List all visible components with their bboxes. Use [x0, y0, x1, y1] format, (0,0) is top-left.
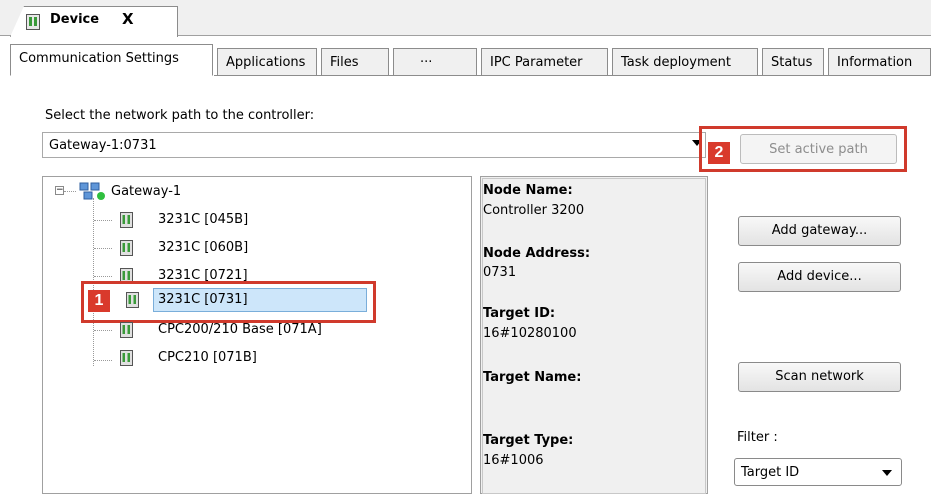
tab-divider — [214, 75, 931, 76]
collapse-icon[interactable]: − — [55, 186, 64, 195]
network-path-label: Select the network path to the controlle… — [45, 108, 315, 123]
node-name-value: Controller 3200 — [483, 203, 585, 218]
target-type-value: 16#1006 — [483, 453, 544, 468]
document-tab-title: Device — [50, 12, 100, 27]
tab-ipc-parameter[interactable]: IPC Parameter — [481, 48, 608, 76]
controller-icon — [120, 322, 133, 338]
chevron-down-icon[interactable] — [882, 470, 892, 476]
tree-item-gateway[interactable]: Gateway-1 — [111, 184, 181, 199]
tab-files[interactable]: Files — [321, 48, 389, 76]
target-name-label: Target Name: — [483, 370, 582, 385]
controller-icon — [120, 212, 133, 228]
close-icon[interactable]: X — [122, 10, 134, 28]
tab-information[interactable]: Information — [828, 48, 931, 76]
target-id-value: 16#10280100 — [483, 326, 577, 341]
device-icon — [26, 14, 40, 30]
tab-task-deployment[interactable]: Task deployment — [612, 48, 758, 76]
target-id-label: Target ID: — [483, 306, 556, 321]
tree-connector — [94, 220, 112, 221]
tab-communication-settings[interactable]: Communication Settings — [10, 44, 213, 76]
tab-more[interactable]: ··· — [393, 48, 477, 76]
node-address-value: 0731 — [483, 265, 517, 280]
tree-connector — [94, 276, 112, 277]
tree-connector — [94, 330, 112, 331]
tree-item-device[interactable]: 3231C [060B] — [158, 240, 248, 255]
tree-connector — [94, 360, 112, 361]
controller-icon — [120, 240, 133, 256]
network-path-combo[interactable]: Gateway-1:0731 — [42, 132, 706, 158]
tree-item-device[interactable]: CPC200/210 Base [071A] — [158, 322, 322, 337]
add-device-button[interactable]: Add device... — [738, 262, 901, 292]
add-gateway-button[interactable]: Add gateway... — [738, 216, 901, 246]
tree-connector — [94, 248, 112, 249]
tree-connector — [64, 191, 76, 192]
tab-status[interactable]: Status — [762, 48, 824, 76]
node-address-label: Node Address: — [483, 246, 591, 261]
gateway-icon — [78, 181, 106, 207]
tree-item-device[interactable]: CPC210 [071B] — [158, 350, 257, 365]
filter-select[interactable]: Target ID — [734, 458, 902, 486]
scan-network-button[interactable]: Scan network — [738, 362, 901, 392]
controller-icon — [120, 350, 133, 366]
callout-box-1 — [81, 281, 376, 323]
node-name-label: Node Name: — [483, 183, 573, 198]
callout-box-2 — [699, 126, 907, 172]
target-type-label: Target Type: — [483, 433, 574, 448]
tree-item-device[interactable]: 3231C [045B] — [158, 212, 248, 227]
filter-label: Filter : — [737, 430, 778, 445]
tab-applications[interactable]: Applications — [217, 48, 317, 76]
